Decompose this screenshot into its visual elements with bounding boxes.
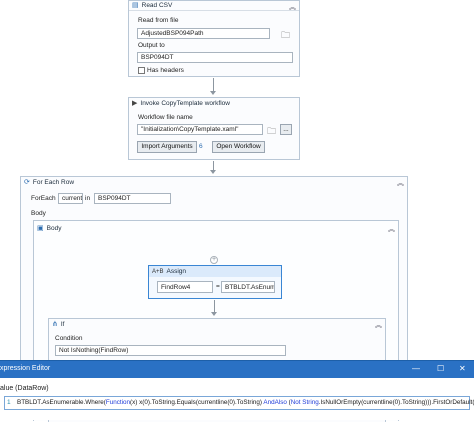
output-field[interactable]: BSP094DT bbox=[137, 52, 293, 63]
if-title: If bbox=[60, 320, 65, 328]
condition-label: Condition bbox=[55, 335, 83, 342]
collapse-icon[interactable]: ︽ bbox=[397, 178, 404, 188]
has-headers-checkbox[interactable] bbox=[138, 67, 145, 74]
import-arguments-button[interactable]: Import Arguments bbox=[137, 141, 197, 153]
expression-token: Function bbox=[105, 399, 131, 406]
output-label: Output to bbox=[138, 42, 165, 49]
expression-editor-title: xpression Editor bbox=[0, 365, 51, 372]
read-csv-header[interactable]: ▤ Read CSV bbox=[129, 1, 299, 11]
import-count-badge: 6 bbox=[199, 143, 203, 150]
foreach-collection-field[interactable]: BSP094DT bbox=[94, 193, 171, 204]
add-activity-icon[interactable]: + bbox=[210, 256, 218, 264]
has-headers-label: Has headers bbox=[147, 67, 184, 74]
workflow-file-field[interactable]: "Initialization\CopyTemplate.xaml" bbox=[137, 124, 263, 135]
play-icon: ▶ bbox=[132, 99, 138, 107]
condition-field[interactable]: Not IsNothing(FindRow) bbox=[55, 345, 286, 356]
invoke-header[interactable]: ▶ Invoke CopyTemplate workflow bbox=[129, 98, 299, 108]
expression-token: AndAlso bbox=[263, 399, 287, 406]
folder-icon[interactable]: 🗀 bbox=[267, 124, 276, 140]
assign-icon: A+B bbox=[152, 268, 164, 275]
body-title: Body bbox=[46, 224, 62, 232]
read-csv-activity[interactable]: ▤ Read CSV ︽ Read from file AdjustedBSP0… bbox=[128, 0, 300, 77]
assign-to-field[interactable]: FindRow4 bbox=[157, 281, 213, 293]
if-header[interactable]: ⋔ If bbox=[49, 319, 385, 329]
expression-editor-titlebar[interactable]: xpression Editor — ☐ ✕ bbox=[0, 361, 474, 378]
sequence-icon: ▣ bbox=[37, 224, 44, 232]
csv-icon: ▤ bbox=[132, 2, 139, 9]
expression-token: Not bbox=[290, 399, 301, 406]
workflow-file-label: Workflow file name bbox=[138, 114, 193, 121]
collapse-icon[interactable]: ︽ bbox=[289, 2, 296, 12]
open-workflow-button[interactable]: Open Workflow bbox=[212, 141, 265, 153]
expression-text: BTBLDT.AsEnumerable.Where(Function(x) x(… bbox=[17, 399, 474, 406]
close-icon[interactable]: ✕ bbox=[459, 364, 466, 373]
read-from-field[interactable]: AdjustedBSP094Path bbox=[137, 28, 270, 39]
expression-input[interactable]: 1 BTBLDT.AsEnumerable.Where(Function(x) … bbox=[4, 396, 474, 410]
expression-editor-window[interactable]: xpression Editor — ☐ ✕ alue (DataRow) 1 … bbox=[0, 360, 474, 420]
body-header[interactable]: ▣ Body bbox=[34, 223, 398, 233]
foreach-header[interactable]: ⟳ For Each Row bbox=[21, 177, 407, 187]
assign-title: Assign bbox=[166, 268, 187, 275]
foreach-variable-field[interactable]: currentli bbox=[58, 193, 83, 204]
maximize-icon[interactable]: ☐ bbox=[437, 364, 444, 373]
read-from-label: Read from file bbox=[138, 17, 179, 24]
folder-icon[interactable]: 🗀 bbox=[281, 28, 290, 44]
expression-token: (x) x(0).ToString.Equals(currentline(0).… bbox=[130, 399, 264, 406]
connector-arrow bbox=[210, 170, 216, 174]
read-csv-title: Read CSV bbox=[141, 2, 173, 9]
foreach-title: For Each Row bbox=[32, 178, 75, 186]
assign-activity[interactable]: A+B Assign FindRow4 = BTBLDT.AsEnumera bbox=[148, 265, 282, 299]
foreach-label: ForEach bbox=[31, 195, 56, 202]
invoke-title: Invoke CopyTemplate workflow bbox=[140, 99, 230, 107]
assign-value-field[interactable]: BTBLDT.AsEnumera bbox=[221, 281, 275, 293]
value-type-label: alue (DataRow) bbox=[0, 385, 49, 392]
expression-token: BTBLDT.AsEnumerable.Where( bbox=[17, 399, 106, 406]
connector-arrow bbox=[210, 91, 216, 95]
collapse-icon[interactable]: ︽ bbox=[375, 320, 382, 330]
if-icon: ⋔ bbox=[52, 320, 58, 328]
expression-token: .IsNullOrEmpty(currentline(0).ToString))… bbox=[318, 399, 474, 406]
invoke-workflow-activity[interactable]: ▶ Invoke CopyTemplate workflow Workflow … bbox=[128, 97, 300, 160]
connector-line bbox=[213, 78, 214, 92]
ellipsis-button[interactable]: ... bbox=[280, 124, 292, 135]
collapse-icon[interactable]: ︽ bbox=[388, 224, 395, 234]
connector-arrow bbox=[211, 312, 217, 316]
assign-header[interactable]: A+B Assign bbox=[149, 266, 281, 277]
loop-icon: ⟳ bbox=[24, 178, 30, 186]
body-label: Body bbox=[31, 210, 46, 217]
in-label: in bbox=[85, 195, 91, 202]
line-number: 1 bbox=[7, 399, 11, 406]
assign-equals: = bbox=[216, 283, 220, 290]
expression-token: String bbox=[302, 399, 319, 406]
minimize-icon[interactable]: — bbox=[412, 364, 420, 373]
